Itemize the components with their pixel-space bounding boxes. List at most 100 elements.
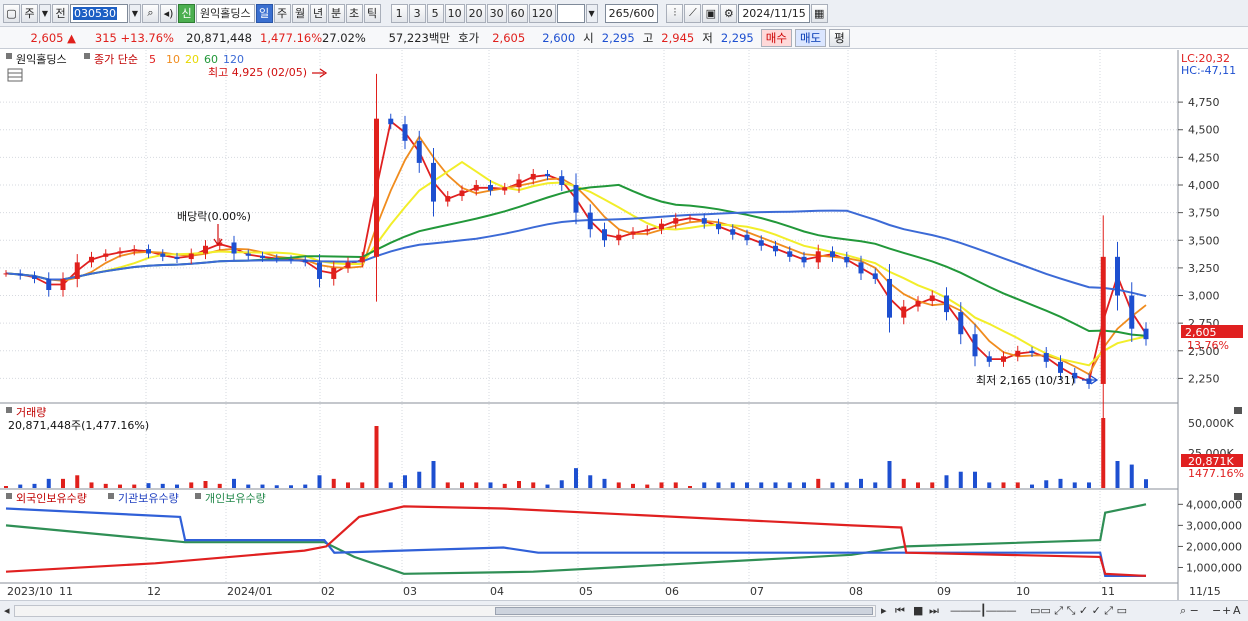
candle-body — [530, 173, 536, 180]
window-icon[interactable]: ▢ — [3, 3, 20, 23]
scroll-right-icon[interactable]: ▸ — [881, 604, 887, 617]
volume-bar — [816, 478, 821, 488]
chevron-down-icon[interactable]: ▼ — [39, 3, 51, 23]
period-day[interactable]: 일 — [255, 3, 273, 23]
legend-handle-icon[interactable] — [6, 493, 12, 499]
chart-background — [0, 50, 1248, 600]
period-second[interactable]: 초 — [345, 3, 363, 23]
candle-body — [46, 278, 52, 290]
interval-1[interactable]: 1 — [390, 3, 408, 23]
sell-button[interactable]: 매도 — [794, 28, 827, 47]
scroll-left-icon[interactable]: ◂ — [4, 604, 10, 617]
custom-interval-input[interactable] — [556, 3, 585, 23]
step-forward-icon[interactable]: ⏭ — [929, 604, 939, 618]
volume-tick-50000k: 50,000K — [1188, 417, 1234, 430]
price-tick-label: 4,250 — [1188, 151, 1220, 164]
legend-handle-icon[interactable] — [108, 493, 114, 499]
volume-bar — [1129, 464, 1134, 488]
period-week[interactable]: 주 — [273, 3, 291, 23]
auto-scale-icon[interactable]: A — [1233, 604, 1241, 617]
volume-bar — [360, 482, 365, 488]
save-icon[interactable]: ▣ — [702, 3, 720, 23]
interval-3[interactable]: 3 — [408, 3, 426, 23]
legend-handle-icon[interactable] — [6, 407, 12, 413]
candle-body — [117, 251, 123, 254]
dividend-annotation: 배당락(0.00%) — [177, 210, 251, 223]
horizontal-scrollbar[interactable] — [14, 605, 876, 617]
zoom-in-icon[interactable]: − — [1212, 604, 1221, 617]
scroll-thumb[interactable] — [495, 607, 873, 615]
price-tick-label: 3,000 — [1188, 290, 1220, 303]
zoom-slider-icon[interactable]: ———┃——— — [950, 604, 1017, 617]
avg-button[interactable]: 평 — [829, 28, 850, 47]
candle-body — [445, 196, 451, 202]
toolbar: ▢ 주 ▼ 전 030530 ▼ ⌕ ◂) 신 원익홀딩스 일 주 월 년 분 … — [0, 0, 1248, 27]
legend-ma5: 5 — [149, 53, 156, 66]
candle-body — [17, 273, 23, 276]
candle-body — [488, 185, 493, 191]
legend-handle-icon[interactable] — [195, 493, 201, 499]
candle-body — [502, 187, 508, 191]
panel-close-icon[interactable] — [1234, 407, 1242, 414]
interval-5[interactable]: 5 — [426, 3, 444, 23]
chevron-down-icon[interactable]: ▼ — [585, 3, 598, 23]
volume-bar — [89, 482, 94, 488]
legend-handle-icon[interactable] — [84, 53, 90, 59]
volume-bar — [916, 482, 920, 488]
volume-bar — [688, 486, 692, 488]
buy-button[interactable]: 매수 — [760, 28, 792, 47]
volume-bar — [1015, 482, 1020, 488]
volume-bar — [531, 482, 536, 488]
period-month[interactable]: 월 — [291, 3, 309, 23]
volume-bar — [132, 484, 137, 488]
price-tick-label: 4,000 — [1188, 179, 1220, 192]
volume-bar — [417, 471, 422, 488]
volume-bar — [545, 484, 550, 488]
period-year[interactable]: 년 — [309, 3, 327, 23]
calendar-icon[interactable]: ▦ — [810, 3, 828, 23]
candle-body — [274, 257, 280, 260]
date-label: 06 — [665, 585, 679, 598]
table-icon[interactable] — [7, 68, 23, 82]
draw-tool-icon[interactable]: ⟋ — [684, 3, 702, 23]
interval-10[interactable]: 10 — [444, 3, 465, 23]
bar-count-input[interactable]: 265/600 — [604, 3, 659, 23]
zoom-out-icon[interactable]: ⌕ − — [1180, 604, 1199, 618]
date-input[interactable]: 2024/11/15 — [738, 3, 810, 23]
type-select[interactable]: 주 — [21, 3, 38, 23]
stop-icon[interactable]: ■ — [913, 604, 923, 617]
candle-body — [1058, 361, 1063, 373]
candle-body — [972, 334, 978, 357]
volume-bar — [346, 482, 350, 488]
volume-current-pct: 1477.16% — [1188, 467, 1244, 480]
chevron-down-icon[interactable]: ▼ — [129, 3, 141, 23]
gear-icon[interactable]: ⚙ — [720, 3, 738, 23]
interval-20[interactable]: 20 — [465, 3, 486, 23]
legend-handle-icon[interactable] — [6, 53, 12, 59]
date-label: 08 — [849, 585, 863, 598]
volume-bar — [745, 482, 749, 488]
step-back-icon[interactable]: ⏮ — [895, 604, 905, 618]
interval-60[interactable]: 60 — [507, 3, 528, 23]
add-icon[interactable]: + — [1222, 604, 1231, 617]
layout-tools-icon[interactable]: ▭▭ ⤢ ⤡ ✓ ✓ ⤢ ▭ — [1030, 604, 1127, 618]
speaker-icon[interactable]: ◂) — [160, 3, 177, 23]
candle-body — [459, 190, 465, 197]
interval-30[interactable]: 30 — [486, 3, 507, 23]
candle-settings-icon[interactable]: ⫶ — [666, 3, 684, 23]
scope-select[interactable]: 전 — [52, 3, 69, 23]
volume-bar — [374, 426, 379, 488]
period-tick[interactable]: 틱 — [363, 3, 381, 23]
stock-code-input[interactable]: 030530 — [70, 3, 128, 23]
open-price: 2,295 — [601, 30, 635, 45]
interval-120[interactable]: 120 — [528, 3, 556, 23]
candle-body — [388, 118, 394, 125]
search-icon[interactable]: ⌕ — [142, 3, 159, 23]
volume-bar — [1072, 482, 1077, 488]
volume-bar — [887, 461, 892, 488]
price-tick-label: 3,250 — [1188, 262, 1220, 275]
volume-bar — [502, 483, 507, 488]
stock-chart[interactable]: 원익홀딩스 종가 단순 5 10 20 60 120 LC:20,32 HC:-… — [0, 50, 1248, 600]
period-minute[interactable]: 분 — [327, 3, 345, 23]
candle-body — [1001, 356, 1006, 362]
